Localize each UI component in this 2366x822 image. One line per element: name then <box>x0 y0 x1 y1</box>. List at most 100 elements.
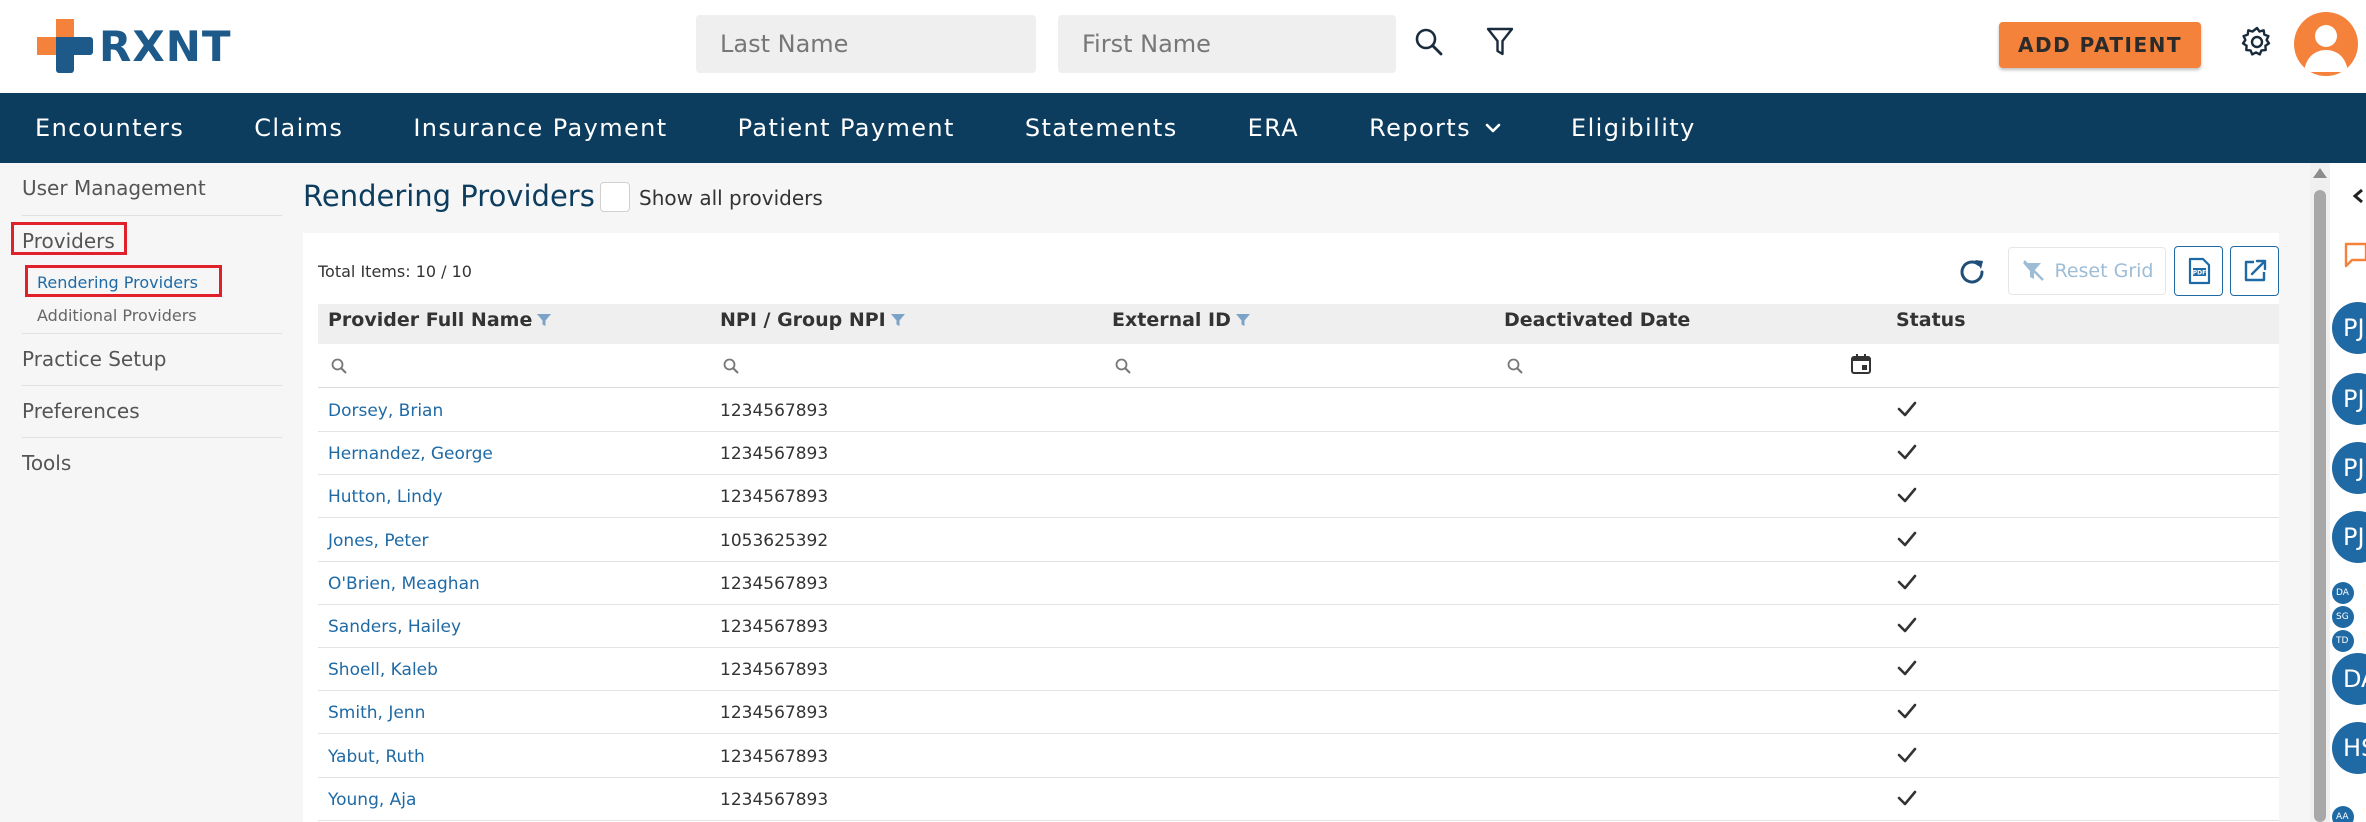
sidebar-divider <box>22 385 282 386</box>
filter-button[interactable] <box>1484 24 1516 60</box>
page-title: Rendering Providers <box>303 179 595 213</box>
export-button[interactable] <box>2230 246 2279 296</box>
nav-reports[interactable]: Reports <box>1369 114 1501 142</box>
nav-era[interactable]: ERA <box>1248 114 1300 142</box>
collapse-arrow-icon[interactable] <box>2350 188 2366 204</box>
npi-cell: 1053625392 <box>720 530 829 551</box>
table-row[interactable]: Shoell, Kaleb 1234567893 <box>318 648 2279 692</box>
show-all-providers-checkbox[interactable] <box>600 182 630 212</box>
provider-name-link[interactable]: Smith, Jenn <box>328 703 425 723</box>
nav-label: Claims <box>254 114 344 142</box>
column-header-external-id[interactable]: External ID <box>1112 309 1251 331</box>
table-row[interactable]: Smith, Jenn 1234567893 <box>318 691 2279 735</box>
user-bubble-avatar[interactable]: AA <box>2332 806 2354 822</box>
nav-patient-payment[interactable]: Patient Payment <box>738 114 955 142</box>
column-filter-icon[interactable] <box>536 312 552 328</box>
column-label: Deactivated Date <box>1504 309 1691 331</box>
svg-text:PDF: PDF <box>2192 270 2205 277</box>
nav-label: Insurance Payment <box>413 114 668 142</box>
check-icon <box>1897 574 1917 590</box>
settings-button[interactable] <box>2239 24 2275 60</box>
scrollbar-thumb[interactable] <box>2314 190 2326 822</box>
search-icon[interactable] <box>1114 357 1132 375</box>
nav-encounters[interactable]: Encounters <box>35 114 184 142</box>
nav-label: ERA <box>1247 114 1300 142</box>
column-label: NPI / Group NPI <box>720 309 886 331</box>
provider-name-link[interactable]: Jones, Peter <box>328 531 429 551</box>
column-header-deactivated-date[interactable]: Deactivated Date <box>1504 309 1690 331</box>
logo-cross-icon <box>37 19 93 73</box>
search-icon[interactable] <box>722 357 740 375</box>
provider-name-link[interactable]: Hernandez, George <box>328 444 493 464</box>
scroll-up-arrow-icon[interactable] <box>2313 168 2327 178</box>
add-patient-button[interactable]: ADD PATIENT <box>1999 22 2201 68</box>
search-icon[interactable] <box>1506 357 1524 375</box>
nav-insurance-payment[interactable]: Insurance Payment <box>413 114 667 142</box>
refresh-icon <box>1960 260 1984 284</box>
npi-cell: 1234567893 <box>720 746 829 767</box>
user-bubble-avatar[interactable]: DA <box>2332 582 2354 604</box>
chat-icon[interactable] <box>2342 240 2366 268</box>
column-header-npi[interactable]: NPI / Group NPI <box>720 309 906 331</box>
sidebar-item-user-management[interactable]: User Management <box>22 176 206 200</box>
highlight-box-providers <box>11 222 127 255</box>
column-filter-icon[interactable] <box>1235 312 1251 328</box>
provider-name-link[interactable]: Dorsey, Brian <box>328 401 443 421</box>
column-header-provider-name[interactable]: Provider Full Name <box>328 309 552 331</box>
table-row[interactable]: Young, Aja 1234567893 <box>318 777 2279 821</box>
table-row[interactable]: Dorsey, Brian 1234567893 <box>318 389 2279 432</box>
user-icon <box>2304 25 2348 72</box>
table-row[interactable]: Hernandez, George 1234567893 <box>318 432 2279 476</box>
table-row[interactable]: Sanders, Hailey 1234567893 <box>318 605 2279 648</box>
pdf-export-button[interactable]: PDF <box>2174 246 2223 296</box>
show-all-providers-label[interactable]: Show all providers <box>639 186 823 210</box>
calendar-icon[interactable] <box>1850 353 1872 375</box>
clear-filter-icon <box>2021 260 2045 282</box>
npi-cell: 1234567893 <box>720 401 829 421</box>
check-icon <box>1897 617 1917 633</box>
refresh-button[interactable] <box>1954 254 1990 290</box>
table-row[interactable]: O'Brien, Meaghan 1234567893 <box>318 561 2279 605</box>
nav-label: Eligibility <box>1571 114 1696 142</box>
npi-cell: 1234567893 <box>720 487 829 508</box>
provider-name-link[interactable]: Shoell, Kaleb <box>328 660 438 680</box>
sidebar-item-practice-setup[interactable]: Practice Setup <box>22 347 166 371</box>
check-icon <box>1897 531 1917 546</box>
sidebar-divider <box>22 215 282 216</box>
column-label: Status <box>1896 309 1966 331</box>
sidebar-subitem-additional-providers[interactable]: Additional Providers <box>37 306 197 325</box>
last-name-input[interactable] <box>696 15 1036 73</box>
nav-statements[interactable]: Statements <box>1025 114 1178 142</box>
provider-name-link[interactable]: Yabut, Ruth <box>328 747 425 767</box>
check-icon <box>1897 488 1917 503</box>
provider-name-link[interactable]: O'Brien, Meaghan <box>328 574 480 594</box>
user-bubble-avatar[interactable]: TD <box>2332 630 2354 652</box>
reset-grid-button[interactable]: Reset Grid <box>2008 247 2166 295</box>
table-row[interactable]: Hutton, Lindy 1234567893 <box>318 475 2279 519</box>
provider-name-link[interactable]: Hutton, Lindy <box>328 487 443 507</box>
rxnt-logo[interactable]: RXNT <box>37 18 232 74</box>
nav-eligibility[interactable]: Eligibility <box>1571 114 1696 142</box>
sidebar-item-preferences[interactable]: Preferences <box>22 399 140 423</box>
sidebar-item-tools[interactable]: Tools <box>22 451 71 475</box>
table-row[interactable]: Yabut, Ruth 1234567893 <box>318 734 2279 778</box>
settings-sidebar <box>0 163 295 822</box>
npi-cell: 1234567893 <box>720 789 829 810</box>
user-avatar[interactable] <box>2294 12 2358 76</box>
nav-label: Encounters <box>35 114 185 142</box>
provider-name-link[interactable]: Young, Aja <box>328 790 416 810</box>
first-name-input[interactable] <box>1058 15 1396 73</box>
reset-grid-label: Reset Grid <box>2054 260 2154 282</box>
export-icon <box>2244 259 2266 282</box>
column-filter-icon[interactable] <box>890 312 906 328</box>
search-button[interactable] <box>1412 24 1446 60</box>
nav-label: Reports <box>1369 114 1472 142</box>
npi-cell: 1234567893 <box>720 573 829 594</box>
provider-name-link[interactable]: Sanders, Hailey <box>328 617 461 637</box>
nav-claims[interactable]: Claims <box>254 114 343 142</box>
user-bubble-avatar[interactable]: SG <box>2332 606 2354 628</box>
table-row[interactable]: Jones, Peter 1053625392 <box>318 518 2279 562</box>
search-icon[interactable] <box>330 357 348 375</box>
main-nav: Encounters Claims Insurance Payment Pati… <box>0 93 2366 163</box>
column-header-status[interactable]: Status <box>1896 309 1966 331</box>
